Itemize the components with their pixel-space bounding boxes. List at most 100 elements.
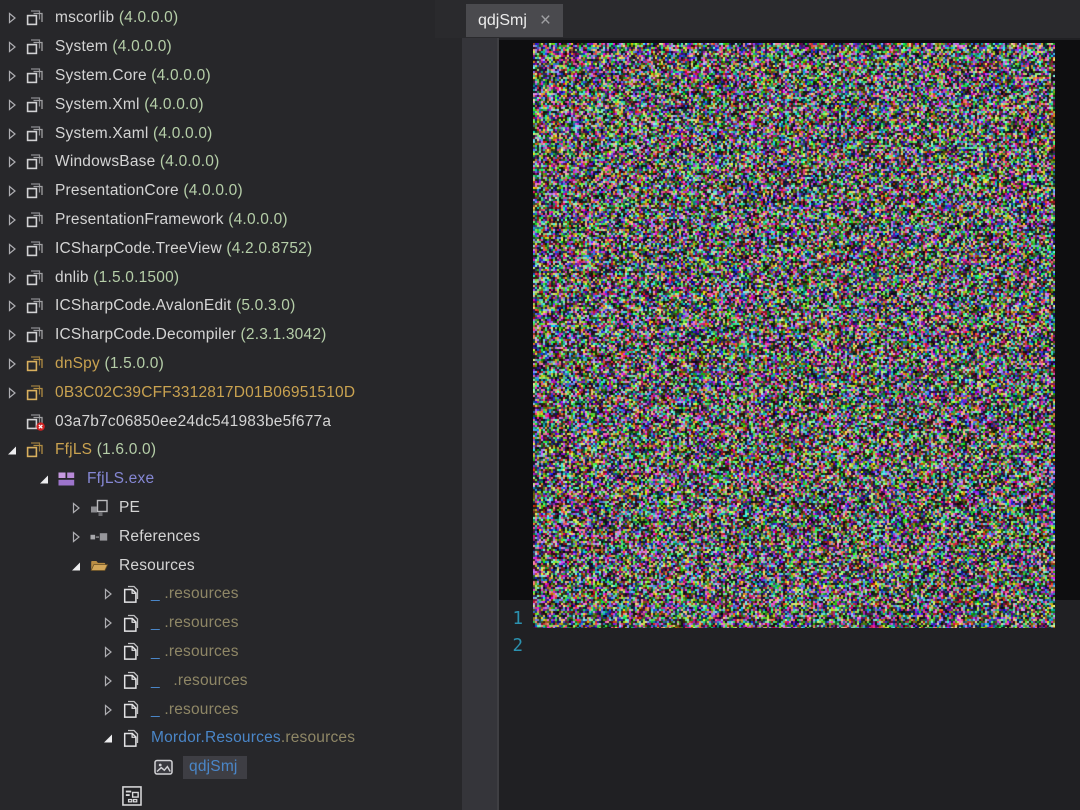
image-res-icon: [154, 758, 174, 777]
tree-item-label: System.Core (4.0.0.0): [55, 67, 211, 85]
collapsed-arrow-icon[interactable]: [4, 126, 26, 142]
resource-doc-icon: [122, 585, 142, 604]
collapsed-arrow-icon[interactable]: [4, 154, 26, 170]
tree-item-label: Resources: [119, 557, 195, 575]
tree-item-qdjsmj[interactable]: qdjSmj: [0, 753, 462, 782]
collapsed-arrow-icon[interactable]: [4, 298, 26, 314]
folder-icon: [90, 557, 110, 575]
assembly-icon: [26, 153, 46, 171]
collapsed-arrow-icon[interactable]: [68, 500, 90, 516]
tree-item-label: 0B3C02C39CFF3312817D01B06951510D: [55, 384, 355, 402]
tree-item-label: PresentationCore (4.0.0.0): [55, 182, 243, 200]
assembly-icon: [26, 182, 46, 200]
tree-item-label: mscorlib (4.0.0.0): [55, 9, 178, 27]
tree-item-03a7b7c06850ee24dc541983be5f677a[interactable]: 03a7b7c06850ee24dc541983be5f677a: [0, 407, 462, 436]
collapsed-arrow-icon[interactable]: [4, 39, 26, 55]
tree-item-form-res[interactable]: [0, 782, 462, 810]
tree-item-system-core-4-0-0-0[interactable]: System.Core (4.0.0.0): [0, 62, 462, 91]
expanded-arrow-icon[interactable]: [100, 730, 122, 746]
collapsed-arrow-icon[interactable]: [4, 212, 26, 228]
tree-item-label: FfjLS (1.6.0.0): [55, 441, 156, 459]
resource-image: [533, 43, 1055, 628]
tab-title: qdjSmj: [478, 12, 527, 30]
tree-item-resources[interactable]: _ .resources: [0, 695, 462, 724]
tree-item-label: qdjSmj: [183, 756, 247, 779]
tree-item-label: FfjLS.exe: [87, 470, 154, 488]
expanded-arrow-icon[interactable]: [36, 471, 58, 487]
tree-item-label: WindowsBase (4.0.0.0): [55, 153, 219, 171]
tree-item-mordor-resources-resources[interactable]: Mordor.Resources.resources: [0, 724, 462, 753]
tree-item-icsharpcode-decompiler-2-3-1-3042[interactable]: ICSharpCode.Decompiler (2.3.1.3042): [0, 321, 462, 350]
tree-item-label: PresentationFramework (4.0.0.0): [55, 211, 288, 229]
collapsed-arrow-icon[interactable]: [100, 644, 122, 660]
collapsed-arrow-icon[interactable]: [4, 356, 26, 372]
tree-item-presentationcore-4-0-0-0[interactable]: PresentationCore (4.0.0.0): [0, 177, 462, 206]
tree-item-label: dnlib (1.5.0.1500): [55, 269, 179, 287]
collapsed-arrow-icon[interactable]: [4, 97, 26, 113]
collapsed-arrow-icon[interactable]: [4, 327, 26, 343]
tree-item-system-xml-4-0-0-0[interactable]: System.Xml (4.0.0.0): [0, 90, 462, 119]
tree-item-mscorlib-4-0-0-0[interactable]: mscorlib (4.0.0.0): [0, 4, 462, 33]
collapsed-arrow-icon[interactable]: [100, 673, 122, 689]
tree-item-system-xaml-4-0-0-0[interactable]: System.Xaml (4.0.0.0): [0, 119, 462, 148]
tree-item-label: System.Xml (4.0.0.0): [55, 96, 204, 114]
collapsed-arrow-icon[interactable]: [100, 702, 122, 718]
tree-item-system-4-0-0-0[interactable]: System (4.0.0.0): [0, 33, 462, 62]
tree-item-references[interactable]: References: [0, 522, 462, 551]
assembly-icon: [26, 326, 46, 344]
tree-item-0b3c02c39cff3312817d01b06951510d[interactable]: 0B3C02C39CFF3312817D01B06951510D: [0, 378, 462, 407]
form-res-icon: [122, 783, 142, 809]
collapsed-arrow-icon[interactable]: [4, 183, 26, 199]
document-tab-strip: qdjSmj ×: [435, 0, 1080, 38]
tree-item-ffjls-1-6-0-0[interactable]: FfjLS (1.6.0.0): [0, 436, 462, 465]
tree-item-label: References: [119, 528, 200, 546]
module-icon: [58, 470, 78, 488]
tree-item-windowsbase-4-0-0-0[interactable]: WindowsBase (4.0.0.0): [0, 148, 462, 177]
assembly-icon: [26, 441, 46, 459]
assembly-icon: [26, 240, 46, 258]
tree-item-resources[interactable]: Resources: [0, 551, 462, 580]
tree-item-label: System.Xaml (4.0.0.0): [55, 125, 213, 143]
tree-item-label: _ .resources: [151, 701, 239, 719]
tree-item-resources[interactable]: _ .resources: [0, 609, 462, 638]
expanded-arrow-icon[interactable]: [4, 442, 26, 458]
tab-qdjsmj[interactable]: qdjSmj ×: [466, 4, 563, 37]
tree-item-resources[interactable]: _ .resources: [0, 666, 462, 695]
collapsed-arrow-icon[interactable]: [100, 615, 122, 631]
collapsed-arrow-icon[interactable]: [4, 241, 26, 257]
collapsed-arrow-icon[interactable]: [100, 586, 122, 602]
tab-close-icon[interactable]: ×: [540, 11, 551, 30]
tree-item-ffjls-exe[interactable]: FfjLS.exe: [0, 465, 462, 494]
resource-doc-icon: [122, 729, 142, 748]
collapsed-arrow-icon[interactable]: [4, 385, 26, 401]
expanded-arrow-icon[interactable]: [68, 558, 90, 574]
tree-item-presentationframework-4-0-0-0[interactable]: PresentationFramework (4.0.0.0): [0, 206, 462, 235]
tree-item-resources[interactable]: _ .resources: [0, 638, 462, 667]
tree-item-icsharpcode-avalonedit-5-0-3-0[interactable]: ICSharpCode.AvalonEdit (5.0.3.0): [0, 292, 462, 321]
resource-doc-icon: [122, 671, 142, 690]
tree-item-dnspy-1-5-0-0[interactable]: dnSpy (1.5.0.0): [0, 350, 462, 379]
tree-item-label: _ .resources: [151, 672, 248, 690]
assembly-icon: [26, 211, 46, 229]
assembly-icon: [26, 9, 46, 27]
tree-item-label: PE: [119, 499, 140, 517]
assembly-icon: [26, 125, 46, 143]
tree-item-resources[interactable]: _ .resources: [0, 580, 462, 609]
assembly-icon: [26, 269, 46, 287]
assembly-explorer-panel: mscorlib (4.0.0.0) System (4.0.0.0) Syst…: [0, 0, 462, 810]
assembly-icon: [26, 96, 46, 114]
collapsed-arrow-icon[interactable]: [4, 10, 26, 26]
tree-item-icsharpcode-treeview-4-2-0-8752[interactable]: ICSharpCode.TreeView (4.2.0.8752): [0, 234, 462, 263]
tree-item-label: ICSharpCode.AvalonEdit (5.0.3.0): [55, 297, 295, 315]
tree-item-pe[interactable]: PE: [0, 494, 462, 523]
resource-doc-icon: [122, 614, 142, 633]
tree-scrollbar[interactable]: [462, 0, 497, 810]
pe-icon: [90, 499, 110, 517]
collapsed-arrow-icon[interactable]: [68, 529, 90, 545]
tree-item-label: ICSharpCode.TreeView (4.2.0.8752): [55, 240, 312, 258]
collapsed-arrow-icon[interactable]: [4, 68, 26, 84]
tree-item-label: Mordor.Resources.resources: [151, 729, 355, 747]
tree-item-dnlib-1-5-0-1500[interactable]: dnlib (1.5.0.1500): [0, 263, 462, 292]
resource-doc-icon: [122, 642, 142, 661]
collapsed-arrow-icon[interactable]: [4, 270, 26, 286]
